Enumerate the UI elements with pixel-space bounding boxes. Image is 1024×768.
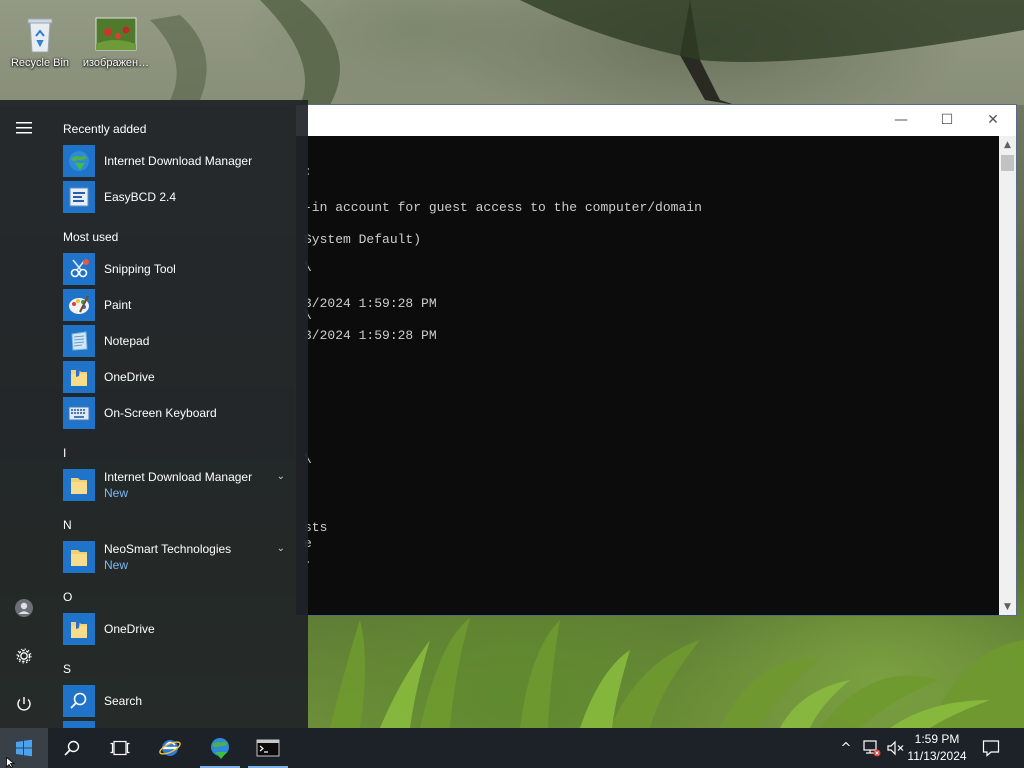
command-prompt-icon[interactable]: [244, 728, 292, 768]
gear-icon[interactable]: [0, 634, 48, 678]
desktop-icon-recycle-bin[interactable]: Recycle Bin: [2, 14, 78, 69]
app-name: On-Screen Keyboard: [104, 406, 217, 420]
clock-date: 11/13/2024: [907, 749, 967, 763]
power-icon[interactable]: [0, 682, 48, 726]
mouse-cursor-icon: [6, 757, 16, 768]
app-name: OneDrive: [104, 370, 155, 384]
app-item-snipping-tool[interactable]: Snipping Tool: [63, 251, 303, 287]
app-item-search[interactable]: Search: [63, 683, 303, 719]
console-window[interactable]: — ☐ ✕ : -in account for guest access to …: [295, 104, 1017, 616]
hamburger-menu-icon[interactable]: [0, 106, 48, 150]
chevron-down-icon[interactable]: ⌄: [277, 467, 285, 485]
taskbar-clock[interactable]: 1:59 PM 11/13/2024: [902, 731, 972, 765]
console-line: 3/2024 1:59:28 PM: [304, 328, 437, 343]
app-item-internet-download-manager[interactable]: Internet Download Manager: [63, 143, 303, 179]
folder-icon: [63, 469, 95, 501]
snipping-tool-icon: [63, 253, 95, 285]
recycle-bin-icon: [18, 14, 62, 54]
desktop-icon-label: Recycle Bin: [10, 57, 70, 69]
console-line: 3/2024 1:59:28 PM: [304, 296, 437, 311]
maximize-button[interactable]: ☐: [924, 105, 970, 135]
app-name: EasyBCD 2.4: [104, 190, 177, 204]
notepad-icon: [63, 325, 95, 357]
app-name: Internet Download Manager: [104, 154, 253, 168]
scroll-up-arrow-icon[interactable]: ▲: [999, 136, 1016, 153]
app-name: Paint: [104, 298, 132, 312]
scrollbar-thumb[interactable]: [1001, 155, 1014, 171]
folder-icon: [63, 541, 95, 573]
keyboard-icon: [63, 397, 95, 429]
taskbar: ^ 1:59 PM 11/13/2024: [0, 728, 1024, 768]
app-item-notepad[interactable]: Notepad: [63, 323, 303, 359]
app-item-onedrive-o[interactable]: OneDrive: [63, 611, 303, 647]
image-file-icon: [94, 14, 138, 54]
group-letter-n[interactable]: N: [63, 518, 72, 532]
app-item-easybcd[interactable]: EasyBCD 2.4: [63, 179, 303, 215]
app-item-onedrive[interactable]: OneDrive: [63, 359, 303, 395]
internet-explorer-icon[interactable]: [146, 728, 194, 768]
search-icon: [63, 685, 95, 717]
paint-palette-icon: [63, 289, 95, 321]
action-center-icon[interactable]: [976, 728, 1006, 768]
close-button[interactable]: ✕: [970, 105, 1016, 135]
app-item-partial[interactable]: [63, 719, 303, 728]
most-used-heading: Most used: [63, 230, 119, 244]
app-name: OneDrive: [104, 622, 155, 636]
network-disconnected-icon[interactable]: [858, 728, 884, 768]
app-name: Notepad: [104, 334, 150, 348]
app-tile-icon: [63, 721, 95, 728]
start-rail: [0, 100, 48, 728]
app-folder-neosmart-technologies[interactable]: NeoSmart Technologies New ⌄: [63, 539, 303, 575]
user-icon[interactable]: [0, 586, 48, 630]
console-scrollbar[interactable]: ▲ ▼: [999, 136, 1016, 615]
new-badge: New: [104, 558, 129, 572]
task-view-icon[interactable]: [96, 728, 144, 768]
minimize-button[interactable]: —: [878, 105, 924, 135]
console-line: -in account for guest access to the comp…: [304, 200, 702, 215]
chevron-down-icon[interactable]: ⌄: [277, 539, 285, 557]
app-name: NeoSmart Technologies: [104, 542, 232, 556]
new-badge: New: [104, 486, 129, 500]
app-item-on-screen-keyboard[interactable]: On-Screen Keyboard: [63, 395, 303, 431]
app-folder-internet-download-manager[interactable]: Internet Download Manager New ⌄: [63, 467, 303, 503]
idm-globe-icon[interactable]: [196, 728, 244, 768]
group-letter-o[interactable]: O: [63, 590, 72, 604]
clock-time: 1:59 PM: [914, 732, 960, 746]
app-name: Internet Download Manager: [104, 470, 253, 484]
scroll-down-arrow-icon[interactable]: ▼: [999, 598, 1016, 615]
easybcd-icon: [63, 181, 95, 213]
group-letter-i[interactable]: I: [63, 446, 66, 460]
desktop-icon-label: изображен…: [82, 57, 150, 69]
start-menu: Recently added Internet Download Manager…: [0, 100, 308, 728]
app-name: Snipping Tool: [104, 262, 176, 276]
desktop-icon-image-file[interactable]: изображен…: [78, 14, 154, 69]
start-app-list: Recently added Internet Download Manager…: [48, 100, 308, 728]
idm-globe-icon: [63, 145, 95, 177]
app-name: Search: [104, 694, 143, 708]
search-icon[interactable]: [48, 728, 96, 768]
show-hidden-icons-chevron[interactable]: ^: [836, 728, 856, 768]
group-letter-s[interactable]: S: [63, 662, 71, 676]
app-item-paint[interactable]: Paint: [63, 287, 303, 323]
window-titlebar[interactable]: — ☐ ✕: [296, 105, 1016, 136]
recently-added-heading: Recently added: [63, 122, 147, 136]
console-line: System Default): [304, 232, 422, 247]
onedrive-folder-icon: [63, 613, 95, 645]
console-output[interactable]: : -in account for guest access to the co…: [296, 136, 999, 615]
onedrive-folder-icon: [63, 361, 95, 393]
